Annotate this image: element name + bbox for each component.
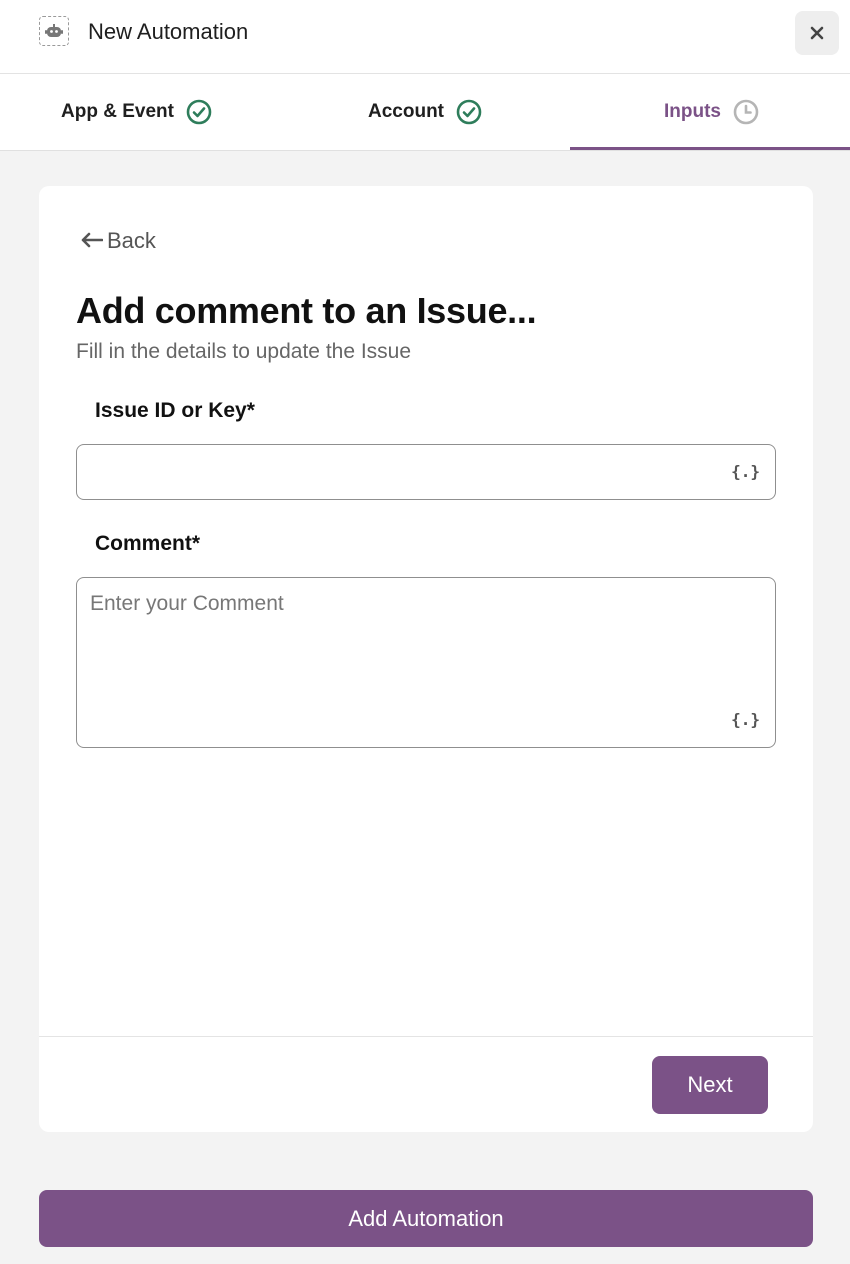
robot-icon	[39, 16, 69, 46]
back-link[interactable]: Back	[81, 228, 156, 254]
card-divider	[39, 1036, 813, 1037]
comment-field[interactable]: {.}	[76, 577, 776, 748]
step-tabs: App & Event Account Inputs	[0, 74, 850, 151]
close-button[interactable]	[795, 11, 839, 55]
issue-id-field[interactable]: {.}	[76, 444, 776, 500]
modal-title: New Automation	[88, 19, 249, 44]
tab-inputs[interactable]: Inputs	[664, 74, 759, 150]
tab-account[interactable]: Account	[368, 74, 482, 150]
issue-id-input[interactable]	[90, 459, 727, 487]
check-circle-icon	[456, 99, 482, 125]
form-title: Add comment to an Issue...	[76, 290, 537, 331]
insert-variable-icon[interactable]: {.}	[731, 710, 760, 729]
check-circle-icon	[186, 99, 212, 125]
tab-label: Account	[368, 101, 444, 122]
clock-icon	[733, 99, 759, 125]
form-card: Back Add comment to an Issue... Fill in …	[39, 186, 813, 1132]
form-subtitle: Fill in the details to update the Issue	[76, 340, 412, 363]
add-automation-button[interactable]: Add Automation	[39, 1190, 813, 1247]
comment-label: Comment*	[95, 532, 201, 555]
insert-variable-icon[interactable]: {.}	[731, 462, 760, 481]
arrow-left-icon	[81, 228, 104, 254]
close-icon	[810, 26, 824, 40]
tab-label: App & Event	[61, 101, 174, 122]
tab-label: Inputs	[664, 101, 721, 122]
modal-header: New Automation	[0, 0, 850, 74]
next-button[interactable]: Next	[652, 1056, 768, 1114]
comment-textarea[interactable]	[90, 592, 727, 733]
tab-app-event[interactable]: App & Event	[61, 74, 212, 150]
issue-id-label: Issue ID or Key*	[95, 399, 255, 422]
active-tab-indicator	[570, 147, 850, 150]
back-label: Back	[107, 228, 156, 253]
